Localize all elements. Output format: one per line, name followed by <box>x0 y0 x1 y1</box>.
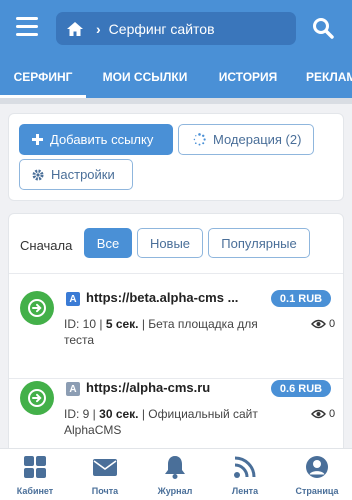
views-count: 0 <box>329 318 336 330</box>
nav-cabinet[interactable]: Кабинет <box>0 449 70 500</box>
nav-label: Кабинет <box>16 486 54 496</box>
nav-feed[interactable]: Лента <box>210 449 280 500</box>
gear-icon <box>32 169 44 181</box>
nav-page[interactable]: Страница <box>282 449 352 500</box>
chevron-right-icon: › <box>96 20 101 37</box>
add-link-button[interactable]: Добавить ссылку <box>19 124 173 155</box>
nav-label: Страница <box>295 486 339 496</box>
app-header: › Серфинг сайтов <box>0 0 352 58</box>
site-url[interactable]: https://beta.alpha-cms ... <box>86 290 238 305</box>
site-description: ID: 9 | 30 сек. | Официальный сайт Alpha… <box>64 407 258 437</box>
add-link-label: Добавить ссылку <box>50 132 154 147</box>
tab-history[interactable]: ИСТОРИЯ <box>213 58 283 98</box>
tab-surfing[interactable]: СЕРФИНГ <box>0 58 86 98</box>
bottom-nav: Кабинет Почта Журнал Лента Страница <box>0 448 352 500</box>
site-item: A https://beta.alpha-cms ... 0.1 RUB ID:… <box>9 274 343 370</box>
price-badge: 0.6 RUB <box>271 380 331 397</box>
home-icon[interactable] <box>66 19 86 39</box>
filter-all-button[interactable]: Все <box>84 228 132 258</box>
arrow-right-icon <box>28 389 46 407</box>
settings-button[interactable]: Настройки <box>19 159 133 190</box>
breadcrumb: › Серфинг сайтов <box>56 12 296 45</box>
breadcrumb-current: Серфинг сайтов <box>108 20 215 37</box>
price-badge: 0.1 RUB <box>271 290 331 307</box>
sites-card: Сначала Все Новые Популярные A https://b… <box>8 213 344 463</box>
site-item: A https://alpha-cms.ru 0.6 RUB ID: 9 | 3… <box>9 364 343 460</box>
grid-icon <box>24 456 46 478</box>
search-icon[interactable] <box>312 17 336 41</box>
tab-bar: СЕРФИНГ МОИ ССЫЛКИ ИСТОРИЯ РЕКЛАМ <box>0 58 352 98</box>
favicon-icon: A <box>66 292 80 306</box>
site-description: ID: 10 | 5 сек. | Бета площадка для тест… <box>64 317 258 347</box>
filter-new-button[interactable]: Новые <box>137 228 203 258</box>
hamburger-icon[interactable] <box>16 17 38 37</box>
rss-icon <box>234 456 256 478</box>
spinner-icon <box>193 133 206 146</box>
tab-ads[interactable]: РЕКЛАМ <box>306 58 352 98</box>
nav-label: Почта <box>91 486 119 496</box>
views-count: 0 <box>329 408 336 420</box>
tab-my-links[interactable]: МОИ ССЫЛКИ <box>100 58 190 98</box>
plus-icon <box>32 134 43 145</box>
favicon-icon: A <box>66 382 80 396</box>
visit-site-button[interactable] <box>20 381 54 415</box>
nav-journal[interactable]: Журнал <box>140 449 210 500</box>
sort-label: Сначала <box>20 238 73 253</box>
actions-card: Добавить ссылку Модерация (2) Настройки <box>8 113 344 201</box>
mail-icon <box>93 459 117 476</box>
nav-label: Журнал <box>157 486 193 496</box>
tab-underline-strip <box>0 98 352 104</box>
filter-popular-button[interactable]: Популярные <box>208 228 310 258</box>
arrow-right-icon <box>28 299 46 317</box>
user-icon <box>306 456 328 478</box>
visit-site-button[interactable] <box>20 291 54 325</box>
eye-icon <box>311 319 326 329</box>
eye-icon <box>311 409 326 419</box>
moderation-label: Модерация (2) <box>213 132 302 147</box>
views-counter: 0 <box>311 408 335 420</box>
nav-label: Лента <box>231 486 259 496</box>
site-url[interactable]: https://alpha-cms.ru <box>86 380 210 395</box>
views-counter: 0 <box>311 318 335 330</box>
settings-label: Настройки <box>51 167 115 182</box>
nav-mail[interactable]: Почта <box>70 449 140 500</box>
bell-icon <box>165 456 185 479</box>
moderation-button[interactable]: Модерация (2) <box>178 124 314 155</box>
